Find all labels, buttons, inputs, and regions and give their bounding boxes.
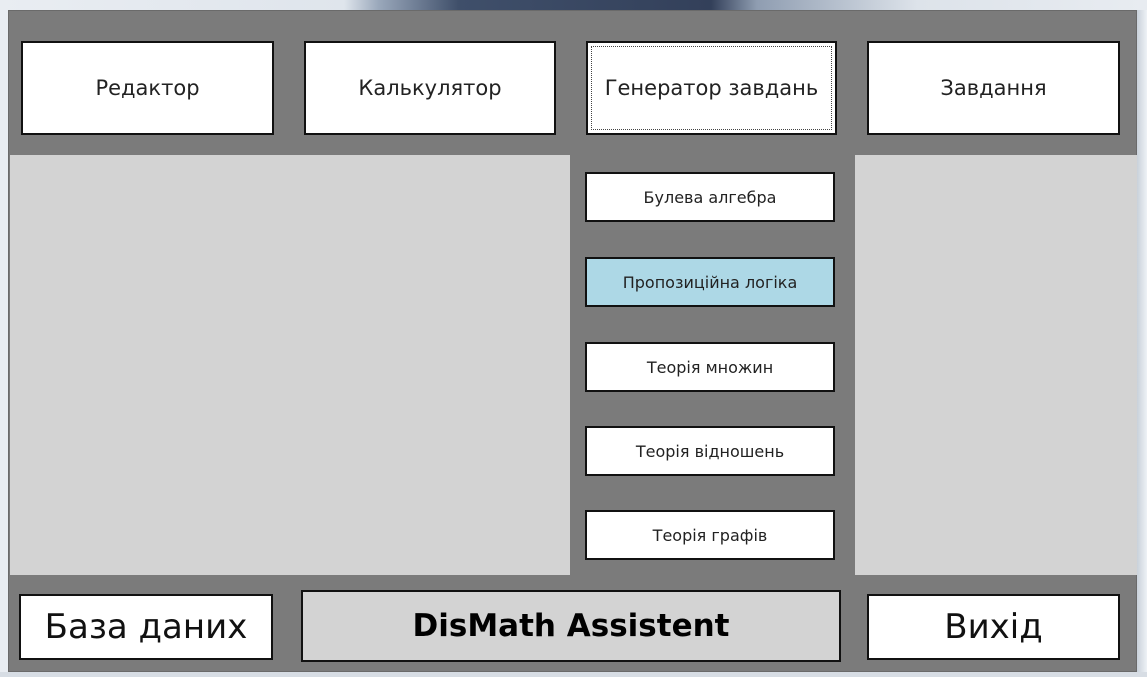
calculator-button[interactable]: Калькулятор: [304, 41, 556, 135]
left-content-panel: [10, 155, 570, 575]
database-button-label: База даних: [44, 607, 248, 647]
window-bottom-edge: [0, 672, 1147, 677]
editor-button-label: Редактор: [95, 76, 200, 100]
right-content-panel: [855, 155, 1137, 575]
tasks-button-label: Завдання: [940, 76, 1047, 100]
boolean-algebra-label: Булева алгебра: [643, 187, 777, 207]
relation-theory-label: Теорія відношень: [635, 441, 785, 461]
calculator-button-label: Калькулятор: [358, 76, 502, 100]
window-right-edge: [1137, 10, 1147, 672]
relation-theory-button[interactable]: Теорія відношень: [585, 426, 835, 476]
task-generator-button[interactable]: Генератор завдань: [586, 41, 837, 135]
exit-button[interactable]: Вихід: [867, 594, 1120, 660]
database-button[interactable]: База даних: [19, 594, 273, 660]
tasks-button[interactable]: Завдання: [867, 41, 1120, 135]
set-theory-button[interactable]: Теорія множин: [585, 342, 835, 392]
app-title-label: DisMath Assistent: [412, 608, 730, 644]
task-generator-button-label: Генератор завдань: [604, 76, 819, 100]
app-title: DisMath Assistent: [301, 590, 841, 662]
exit-button-label: Вихід: [944, 607, 1043, 647]
set-theory-label: Теорія множин: [646, 357, 774, 377]
propositional-logic-label: Пропозиційна логіка: [622, 272, 798, 292]
boolean-algebra-button[interactable]: Булева алгебра: [585, 172, 835, 222]
propositional-logic-button[interactable]: Пропозиційна логіка: [585, 257, 835, 307]
graph-theory-label: Теорія графів: [652, 525, 768, 545]
editor-button[interactable]: Редактор: [21, 41, 274, 135]
main-form: Редактор Калькулятор Генератор завдань З…: [8, 10, 1137, 672]
app-window: Редактор Калькулятор Генератор завдань З…: [0, 0, 1147, 677]
graph-theory-button[interactable]: Теорія графів: [585, 510, 835, 560]
